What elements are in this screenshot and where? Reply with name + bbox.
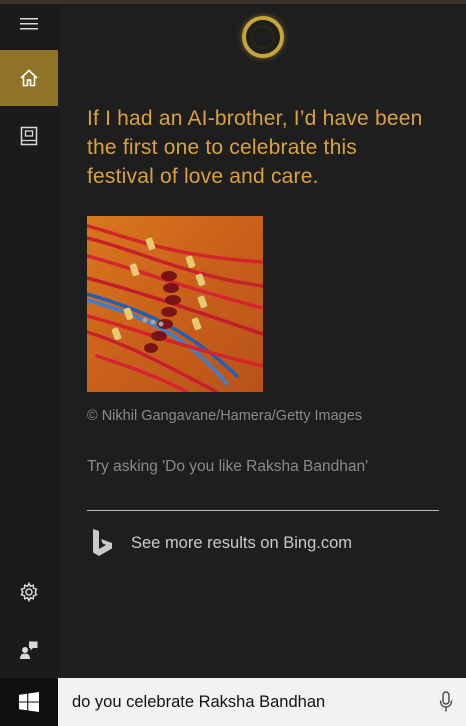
hamburger-menu-icon bbox=[20, 18, 38, 30]
cortana-logo-icon bbox=[242, 16, 284, 58]
bing-results-link[interactable]: See more results on Bing.com bbox=[87, 524, 439, 562]
feedback-button[interactable] bbox=[0, 622, 58, 678]
feedback-icon bbox=[20, 641, 38, 659]
home-button[interactable] bbox=[0, 50, 58, 106]
image-credit: © Nikhil Gangavane/Hamera/Getty Images bbox=[87, 408, 363, 424]
settings-gear-icon bbox=[20, 582, 38, 602]
notebook-icon bbox=[20, 126, 38, 146]
divider bbox=[87, 510, 439, 511]
settings-button[interactable] bbox=[0, 564, 58, 620]
suggestion-text[interactable]: Try asking 'Do you like Raksha Bandhan' bbox=[87, 458, 368, 476]
microphone-icon bbox=[439, 691, 453, 712]
cortana-response-text: If I had an AI-brother, I’d have been th… bbox=[87, 107, 423, 188]
rakhi-photo[interactable] bbox=[87, 216, 263, 392]
home-icon bbox=[20, 69, 38, 87]
start-button[interactable] bbox=[0, 678, 58, 726]
cortana-panel: If I had an AI-brother, I’d have been th… bbox=[58, 4, 466, 678]
bing-link-label: See more results on Bing.com bbox=[131, 533, 353, 552]
search-input[interactable]: do you celebrate Raksha Bandhan bbox=[72, 693, 426, 712]
bing-logo-icon bbox=[93, 529, 112, 556]
microphone-button[interactable] bbox=[426, 678, 466, 726]
notebook-button[interactable] bbox=[0, 108, 58, 164]
search-box[interactable]: do you celebrate Raksha Bandhan bbox=[58, 678, 466, 726]
menu-button[interactable] bbox=[0, 4, 58, 44]
windows-logo-icon bbox=[19, 692, 39, 712]
left-rail bbox=[0, 4, 58, 678]
